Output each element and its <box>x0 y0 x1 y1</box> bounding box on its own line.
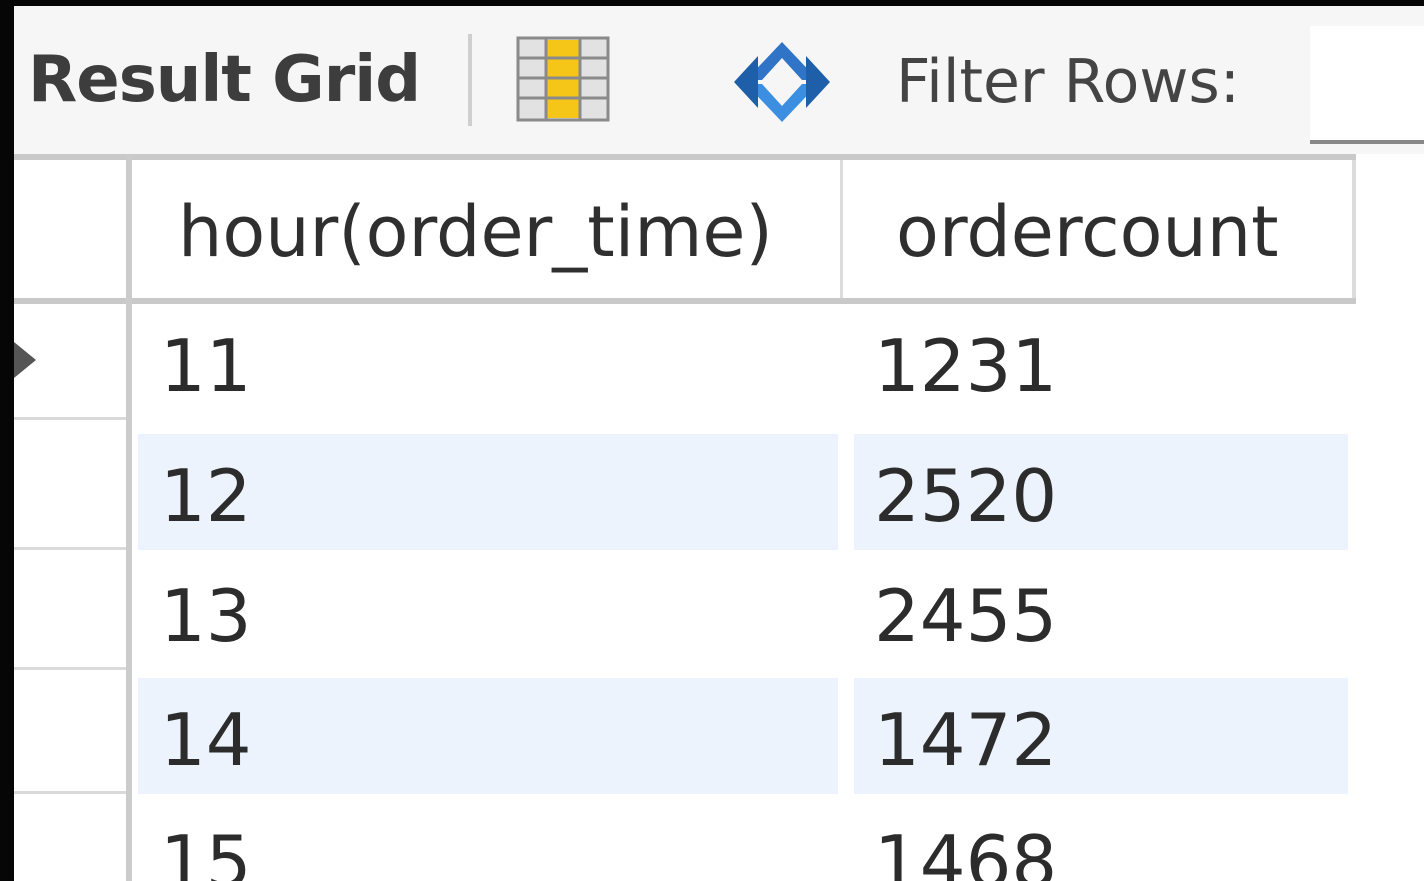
column-header-ordercount[interactable]: ordercount <box>896 192 1279 272</box>
row-separator <box>14 417 126 420</box>
cell-ordercount[interactable]: 1468 <box>874 822 1057 881</box>
cell-hour[interactable]: 12 <box>160 456 252 536</box>
screen: Result Grid Filter Rows: hour(order_time… <box>0 0 1424 881</box>
filter-rows-label: Filter Rows: <box>896 47 1240 117</box>
table-row[interactable]: 13 2455 <box>14 554 1356 670</box>
column-divider[interactable] <box>840 160 843 298</box>
cell-hour[interactable]: 14 <box>160 700 252 780</box>
cell-ordercount[interactable]: 2520 <box>874 456 1057 536</box>
row-separator <box>14 547 126 550</box>
table-row[interactable]: 12 2520 <box>14 434 1356 550</box>
cell-hour[interactable]: 11 <box>160 326 252 406</box>
result-grid: hour(order_time) ordercount 11 1231 12 2… <box>14 154 1424 881</box>
cell-hour[interactable]: 15 <box>160 822 252 881</box>
table-row[interactable]: 11 1231 <box>14 304 1356 420</box>
row-separator <box>14 791 126 794</box>
cell-hour[interactable]: 13 <box>160 576 252 656</box>
refresh-icon[interactable] <box>728 36 836 128</box>
cell-ordercount[interactable]: 1472 <box>874 700 1057 780</box>
header-top-border <box>14 154 1356 160</box>
column-grid-icon[interactable] <box>516 36 610 122</box>
cell-ordercount[interactable]: 2455 <box>874 576 1057 656</box>
result-toolbar: Result Grid Filter Rows: <box>14 6 1424 154</box>
table-row[interactable]: 14 1472 <box>14 678 1356 794</box>
result-panel: Result Grid Filter Rows: hour(order_time… <box>14 6 1424 881</box>
column-divider-right[interactable] <box>1352 160 1356 298</box>
filter-rows-input[interactable] <box>1310 26 1424 144</box>
row-separator <box>14 667 126 670</box>
cell-ordercount[interactable]: 1231 <box>874 326 1057 406</box>
current-row-marker-icon <box>14 342 36 378</box>
column-header-hour[interactable]: hour(order_time) <box>178 192 773 272</box>
toolbar-separator <box>468 34 472 126</box>
result-grid-label[interactable]: Result Grid <box>28 42 421 118</box>
table-row[interactable]: 15 1468 <box>14 800 1356 881</box>
